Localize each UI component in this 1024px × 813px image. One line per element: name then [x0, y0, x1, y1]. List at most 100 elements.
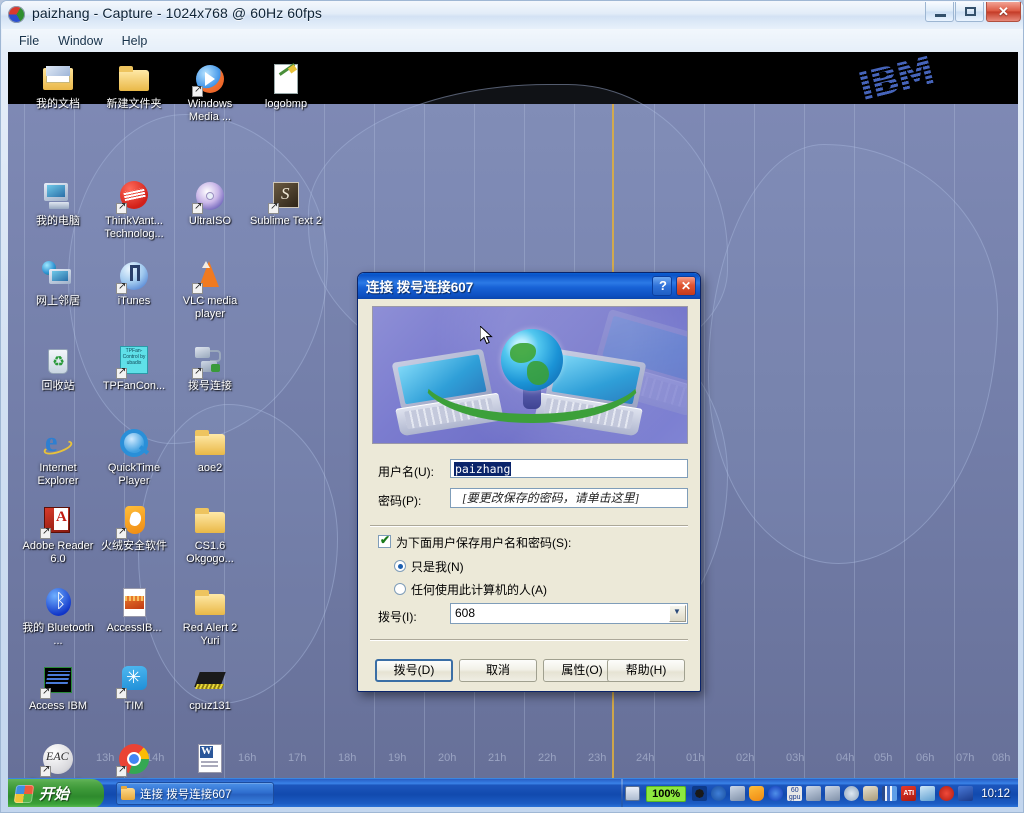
desktop-icon-vlc[interactable]: VLC media player: [172, 259, 248, 320]
huorong-shield-tray-icon[interactable]: [749, 786, 765, 801]
radio-only-me[interactable]: [394, 560, 406, 572]
cpuz-chip-icon: [193, 664, 227, 698]
dialog-title: 连接 拨号连接607: [366, 280, 474, 295]
menubar: File Window Help: [2, 29, 1023, 52]
taskbar: 开始 连接 拨号连接607 100% 60 gpu ATI 10:12: [8, 778, 1018, 807]
dialog-close-button[interactable]: [676, 276, 696, 296]
shortcut-overlay-icon: [116, 686, 127, 699]
internet-explorer-icon: e: [41, 426, 75, 460]
desktop-icon-logobmp[interactable]: logobmp: [248, 62, 324, 111]
dial-number-combobox[interactable]: 608: [450, 603, 688, 624]
desktop-icon-new-folder[interactable]: 新建文件夹: [96, 62, 172, 111]
power-plug-icon[interactable]: [692, 786, 708, 801]
cancel-button[interactable]: 取消: [459, 659, 537, 682]
desktop-icon-sublime-text[interactable]: S Sublime Text 2: [248, 179, 324, 228]
hour-label: 18h: [338, 752, 357, 764]
start-button[interactable]: 开始: [8, 779, 104, 807]
dialup-banner-image: [372, 306, 688, 444]
dial-button[interactable]: 拨号(D): [375, 659, 453, 682]
desktop-icon-ultraiso[interactable]: UltraISO: [172, 179, 248, 228]
gpu-60-icon[interactable]: 60 gpu: [787, 786, 803, 801]
desktop-icon-tpfancontrol[interactable]: TPFan-Control by ubadix TPFanCon...: [96, 344, 172, 393]
hour-label: 17h: [288, 752, 307, 764]
hour-label: 07h: [956, 752, 975, 764]
minimize-button[interactable]: [925, 2, 954, 22]
help-button[interactable]: 帮助(H): [607, 659, 685, 682]
safely-remove-hardware-icon[interactable]: [958, 786, 974, 801]
desktop-icon-cs16[interactable]: CS1.6 Okgogo...: [172, 504, 248, 565]
signal-bars-icon[interactable]: [882, 786, 898, 801]
quicktime-tray-icon[interactable]: [844, 786, 860, 801]
tim-qq-icon: ✳: [116, 664, 151, 699]
dialup-connection-icon: [192, 344, 227, 379]
desktop-icon-internet-explorer[interactable]: e Internet Explorer: [20, 426, 96, 487]
adobe-reader-icon: A: [40, 504, 75, 539]
my-computer-icon: [41, 179, 75, 213]
close-button[interactable]: ✕: [986, 2, 1021, 22]
dialog-help-button[interactable]: [652, 276, 672, 296]
shortcut-overlay-icon: [116, 526, 127, 539]
tpfancontrol-icon: TPFan-Control by ubadix: [116, 344, 151, 379]
menu-window[interactable]: Window: [49, 31, 111, 51]
security-alert-icon[interactable]: [939, 786, 955, 801]
menu-file[interactable]: File: [10, 31, 48, 51]
show-hidden-icons-arrow[interactable]: [711, 786, 727, 801]
ati-catalyst-icon[interactable]: ATI: [901, 786, 917, 801]
desktop-icon-red-alert-2[interactable]: Red Alert 2 Yuri: [172, 586, 248, 647]
desktop-icon-label: Red Alert 2 Yuri: [182, 622, 238, 647]
huorong-shield-icon: [116, 504, 151, 539]
desktop-icon-label: Adobe Reader 6.0: [22, 540, 94, 565]
password-input[interactable]: [要更改保存的密码，请单击这里]: [450, 488, 688, 508]
desktop-icon-quicktime[interactable]: QuickTime Player: [96, 426, 172, 487]
username-label: 用户名(U):: [378, 465, 434, 479]
desktop-icon-cpuz[interactable]: cpuz131: [172, 664, 248, 713]
desktop-icon-label: 拨号连接: [188, 380, 232, 392]
chevron-down-icon[interactable]: [669, 605, 686, 622]
network-disconnected-icon[interactable]: [730, 786, 746, 801]
desktop-icon-label: iTunes: [117, 295, 151, 307]
desktop-icon-thinkvantage[interactable]: ThinkVant... Technolog...: [96, 179, 172, 240]
username-input[interactable]: paizhang: [450, 459, 688, 478]
radio-anyone[interactable]: [394, 583, 406, 595]
desktop-icon-itunes[interactable]: iTunes: [96, 259, 172, 308]
windows-flag-icon: [13, 784, 35, 803]
save-credentials-checkbox[interactable]: [378, 533, 391, 548]
modem-tray-icon[interactable]: [863, 786, 879, 801]
hour-label: 04h: [836, 752, 855, 764]
save-credentials-label: 为下面用户保存用户名和密码(S):: [396, 536, 572, 550]
hour-label: 21h: [488, 752, 507, 764]
desktop-icon-tim[interactable]: ✳ TIM: [96, 664, 172, 713]
show-desktop-icon[interactable]: [625, 786, 641, 801]
desktop-icon-dialup-connection[interactable]: 拨号连接: [172, 344, 248, 393]
desktop-icon-my-computer[interactable]: 我的电脑: [20, 179, 96, 228]
desktop-icon-my-documents[interactable]: 我的文档: [20, 62, 96, 111]
dialup-connect-dialog: 连接 拨号连接607 ? ✕ 用户名(U): paizhang 密码(P): […: [357, 272, 701, 692]
taskbar-clock[interactable]: 10:12: [981, 788, 1010, 800]
tray-divider: [621, 779, 624, 807]
desktop-icon-network-neighborhood[interactable]: 网上邻居: [20, 259, 96, 308]
presentation-director-icon[interactable]: [920, 786, 936, 801]
menu-help[interactable]: Help: [113, 31, 157, 51]
desktop-icon-accessib-file[interactable]: AccessIB...: [96, 586, 172, 635]
desktop-icon-windows-media[interactable]: Windows Media ...: [172, 62, 248, 123]
access-ibm-icon: [40, 664, 75, 699]
desktop-icon-access-ibm[interactable]: Access IBM: [20, 664, 96, 713]
desktop-icon-my-bluetooth[interactable]: ᛒ 我的 Bluetooth ...: [20, 586, 96, 647]
hour-label: 03h: [786, 752, 805, 764]
desktop-icon-label: UltraISO: [188, 215, 232, 227]
radio-anyone-label: 任何使用此计算机的人(A): [411, 583, 547, 597]
divider: [370, 525, 688, 527]
shortcut-overlay-icon: [116, 281, 127, 294]
desktop-icon-recycle-bin[interactable]: ♻ 回收站: [20, 344, 96, 393]
bluetooth-tray-icon[interactable]: [768, 786, 784, 801]
network-error-icon[interactable]: [806, 786, 822, 801]
username-value: paizhang: [454, 462, 512, 476]
desktop-icon-aoe2[interactable]: aoe2: [172, 426, 248, 475]
network-error2-icon[interactable]: [825, 786, 841, 801]
desktop-icon-adobe-reader[interactable]: A Adobe Reader 6.0: [20, 504, 96, 565]
desktop-icon-huorong[interactable]: 火绒安全软件: [96, 504, 172, 553]
maximize-button[interactable]: [955, 2, 984, 22]
taskbar-item-dialup-connect[interactable]: 连接 拨号连接607: [116, 782, 274, 805]
shortcut-overlay-icon: [40, 764, 51, 777]
battery-percentage-indicator[interactable]: 100%: [646, 785, 687, 802]
